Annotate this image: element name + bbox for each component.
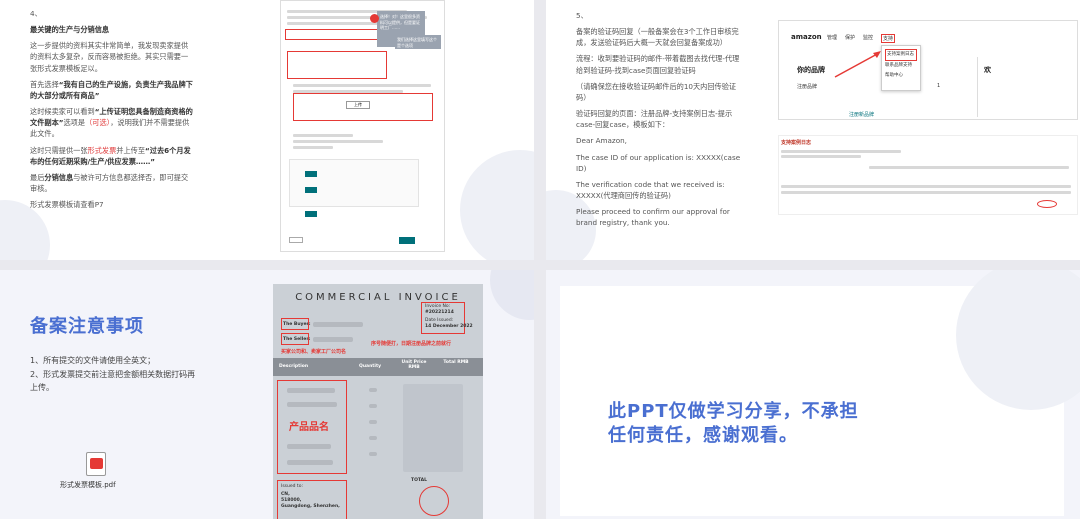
- text-red: 形式发票: [87, 145, 117, 155]
- slide-5-verification-code: 5、 备案的验证码回复（一般备案会在3个工作日审核完成，发送验证码后大概一天就会…: [546, 0, 1080, 260]
- nav-support[interactable]: 支持: [881, 34, 896, 43]
- menu-help-center[interactable]: 帮助中心: [885, 71, 917, 81]
- brand-count: 1: [937, 83, 941, 89]
- paragraph: The case ID of our application is: XXXXX…: [576, 152, 741, 173]
- company-seal: [419, 486, 449, 516]
- note-serial: 序号随便打，日期注册品牌之前就行: [371, 341, 452, 347]
- table-header: Description Quantity Unit Price RMB Tota…: [273, 358, 483, 376]
- commercial-invoice-photo: COMMERCIAL INVOICE The Buyer: The Seller…: [273, 284, 483, 519]
- right-panel-title: 欢: [984, 66, 991, 74]
- check-icon: [370, 14, 379, 23]
- invoice-no-label: Invoice No:: [425, 304, 451, 309]
- nav-protect[interactable]: 保护: [845, 34, 855, 43]
- paragraph: Please proceed to confirm our approval f…: [576, 207, 730, 228]
- closing-text: 此PPT仅做学习分享，不承担 任何责任，感谢观看。: [608, 400, 859, 449]
- issued-to-label: Issued to:: [281, 484, 303, 489]
- text-red: （可选）: [85, 118, 111, 128]
- closing-line-1: 此PPT仅做学习分享，不承担: [608, 401, 859, 422]
- arrow-icon: [834, 51, 881, 78]
- col-description: Description: [279, 364, 309, 369]
- paragraph: 备案的验证码回复（一般备案会在3个工作日审核完成，发送验证码后大概一天就会回复备…: [576, 27, 739, 48]
- form-screenshot: 选择！对！这里很多资料可以提供，但是要证明工厂…… 我们选择这里填写这个是个选项…: [280, 0, 445, 252]
- closing-line-2: 任何责任，感谢观看。: [608, 425, 798, 447]
- case-log-screenshot: 支持案例日志: [778, 135, 1078, 215]
- highlight-box: [285, 29, 380, 40]
- decor-circle: [460, 150, 534, 260]
- text: 最后: [30, 172, 45, 182]
- brand-title: 你的品牌: [797, 66, 825, 74]
- highlight-box: [281, 318, 309, 330]
- radio-yes[interactable]: [305, 171, 317, 177]
- notes-list: 1、所有提交的文件请使用全英文； 2、形式发票提交前注意把金额相关数据打码再上传…: [30, 354, 198, 395]
- decor-circle: [490, 270, 534, 320]
- paragraph: Dear Amazon,: [576, 136, 627, 146]
- radio-yes[interactable]: [305, 187, 317, 193]
- text: 选项是: [63, 118, 86, 128]
- highlight-box: [281, 333, 309, 345]
- text: 与被许可方信息: [73, 172, 124, 182]
- col-quantity: Quantity: [359, 364, 382, 369]
- paragraph: 这一步提供的资料其实非常简单，我发现卖家提供的资料太多复杂，反而容易被拒绝。其实…: [30, 41, 189, 73]
- case-log-title: 支持案例日志: [781, 140, 812, 146]
- upload-button[interactable]: 上传: [346, 101, 370, 109]
- col-unit-price: Unit Price RMB: [401, 360, 427, 370]
- register-brand-link[interactable]: 注册新品牌: [849, 111, 874, 118]
- callout-note: 我们选择这里填写这个是个选项: [395, 35, 441, 49]
- note-company: 买家公司和、卖家工厂公司名: [281, 349, 347, 355]
- text: 并上传至: [116, 145, 146, 155]
- menu-case-log[interactable]: 支持案例日志: [885, 49, 917, 61]
- highlight-circle: [1037, 200, 1057, 208]
- invoice-no: #20221214: [425, 310, 454, 315]
- date-label: Date Issued:: [425, 318, 454, 323]
- note-item: 1、所有提交的文件请使用全英文；: [30, 356, 156, 365]
- note-item: 2、形式发票提交前注意把金额相关数据打码再上传。: [30, 369, 196, 393]
- brand-label: 注册品牌: [797, 84, 818, 90]
- slide2-text: 5、 备案的验证码回复（一般备案会在3个工作日审核完成，发送验证码后大概一天就会…: [576, 10, 744, 234]
- menu-contact-support[interactable]: 联系品牌支持: [885, 61, 917, 71]
- text: 这时只需提供一张: [30, 145, 88, 155]
- address-line: 518000,: [281, 498, 302, 503]
- nav-manage[interactable]: 管理: [827, 34, 837, 43]
- slide1-text: 4、 最关键的生产与分销信息 这一步提供的资料其实非常简单，我发现卖家提供的资料…: [30, 8, 195, 215]
- highlight-box: [287, 51, 387, 79]
- radio-yes[interactable]: [305, 211, 317, 217]
- text: 首先选择: [30, 79, 59, 89]
- slide-notes: 备案注意事项 1、所有提交的文件请使用全英文； 2、形式发票提交前注意把金额相关…: [0, 270, 534, 519]
- next-button[interactable]: [399, 237, 415, 244]
- amazon-brand-screenshot: amazon 管理 保护 监控 支持 支持案例日志 联系品牌支持 帮助中心 你的…: [778, 20, 1078, 120]
- text: 这时候卖家可以看到: [30, 107, 95, 117]
- support-dropdown: 支持案例日志 联系品牌支持 帮助中心: [881, 45, 921, 91]
- slide-4-production-info: 4、 最关键的生产与分销信息 这一步提供的资料其实非常简单，我发现卖家提供的资料…: [0, 0, 534, 260]
- nav-monitor[interactable]: 监控: [863, 34, 873, 43]
- slide-number: 5、: [576, 11, 588, 20]
- address-line: CN,: [281, 492, 290, 497]
- amazon-logo: amazon: [791, 33, 822, 41]
- product-name-label: 产品品名: [289, 422, 329, 433]
- paragraph: 流程：收到要验证码的邮件-带着截图去找代理-代理给到验证码-找到case页面回复…: [576, 54, 740, 75]
- slide-number: 4、: [30, 9, 42, 18]
- col-total: Total RMB: [443, 360, 469, 365]
- paragraph: 验证码回复的页面：注册品牌-支持案例日志-提示case-回复case，模板如下：: [576, 109, 733, 130]
- paragraph: The verification code that we received i…: [576, 179, 725, 201]
- section-heading: 最关键的生产与分销信息: [30, 25, 110, 35]
- pdf-file-icon[interactable]: [86, 452, 106, 476]
- address-line: Guangdong, Shenzhen,: [281, 504, 340, 509]
- total-label: TOTAL: [411, 478, 427, 483]
- paragraph: （请确保您在接收验证码邮件后的10天内回传验证码）: [576, 81, 737, 102]
- text-bold: 分销信息: [44, 172, 74, 182]
- pdf-file-name[interactable]: 形式发票模板.pdf: [60, 480, 116, 490]
- date-issued: 14 December 2022: [425, 324, 473, 329]
- back-button[interactable]: [289, 237, 303, 243]
- slide-thanks: 此PPT仅做学习分享，不承担 任何责任，感谢观看。: [546, 270, 1080, 519]
- paragraph: 形式发票模板请查看P7: [30, 200, 104, 210]
- slide-title: 备案注意事项: [30, 316, 144, 337]
